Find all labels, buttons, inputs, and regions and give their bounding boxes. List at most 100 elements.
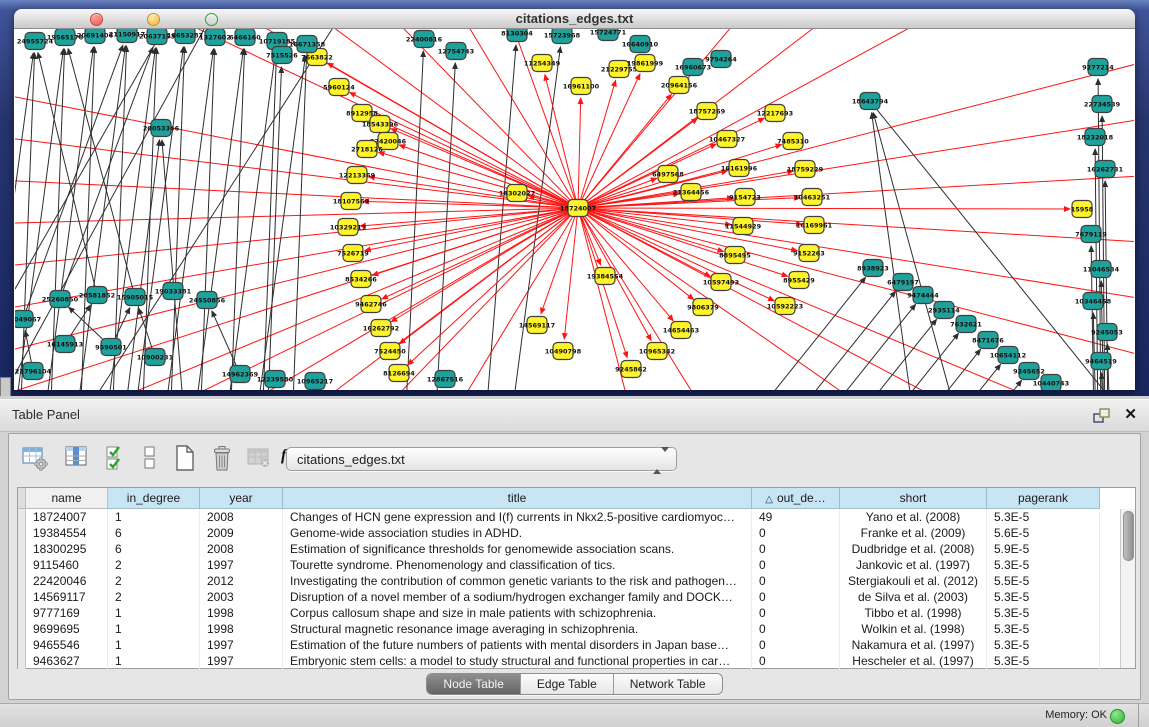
network-node[interactable]: 11254349 [524,55,561,72]
network-node[interactable]: 16961100 [563,78,600,95]
network-node[interactable]: 12213369 [339,167,376,184]
network-node[interactable]: 10597493 [703,274,739,291]
network-node[interactable]: 10490798 [545,343,582,360]
column-header-year[interactable]: year [200,488,283,509]
network-node[interactable]: 16169961 [796,217,833,234]
network-edge[interactable] [200,49,215,390]
network-node[interactable]: 15905015 [117,289,154,306]
network-edge[interactable] [212,311,240,374]
network-edge[interactable] [949,364,1001,390]
float-panel-icon[interactable] [1093,408,1111,424]
network-node[interactable]: 9590501 [95,339,127,356]
network-node[interactable]: 18757269 [689,103,726,120]
tab-edge-table[interactable]: Edge Table [521,674,614,694]
column-header-pagerank[interactable]: pagerank [987,488,1100,509]
network-node[interactable]: 21049067 [15,311,41,328]
network-node[interactable]: 24550856 [189,292,226,309]
network-canvas[interactable]: 1872400776638225960124891295818543396224… [15,29,1134,390]
delete-column-button[interactable] [209,443,239,475]
network-edge[interactable] [872,113,915,390]
table-row[interactable]: 946362711997Embryonic stem cells: a mode… [18,653,1135,669]
network-node[interactable]: 18107569 [333,193,370,210]
network-node[interactable]: 22400816 [406,31,443,48]
network-node[interactable]: 7632621 [950,316,982,333]
network-node[interactable]: 15958 [1071,201,1094,218]
network-node[interactable]: 12754743 [438,43,474,60]
network-node[interactable]: 7524450 [374,343,406,360]
network-node[interactable]: 12867516 [427,371,464,388]
network-node[interactable]: 16145913 [47,336,83,353]
table-scrollbar[interactable] [1120,509,1135,668]
unselect-all-button[interactable] [137,443,167,475]
network-edge[interactable] [225,53,275,390]
table-row[interactable]: 911546021997Tourette syndrome. Phenomeno… [18,557,1135,573]
network-node[interactable]: 14654463 [663,322,699,339]
network-node[interactable]: 20581852 [79,287,115,304]
network-edge[interactable] [405,51,423,390]
network-node[interactable]: 8534266 [345,271,377,288]
network-node[interactable]: 15724771 [590,29,627,41]
network-node[interactable]: 10654112 [990,347,1026,364]
network-node[interactable]: 19384554 [587,268,624,285]
network-node[interactable]: 9245053 [1091,324,1123,341]
network-edge[interactable] [578,81,616,208]
network-window-titlebar[interactable]: citations_edges.txt [14,9,1135,29]
network-edge[interactable] [15,89,578,208]
network-node[interactable]: 15723968 [544,29,581,44]
network-node[interactable]: 14962369 [222,366,259,383]
network-edge[interactable] [578,208,731,225]
network-node[interactable]: 20964156 [661,77,698,94]
network-node[interactable]: 18232018 [1077,129,1114,146]
network-node[interactable]: 6466160 [229,29,261,46]
network-edge[interactable] [399,145,578,208]
network-node[interactable]: 20053346 [143,120,180,137]
network-node[interactable]: 18759229 [787,161,824,178]
network-edge[interactable] [578,98,581,208]
network-edge[interactable] [578,94,671,208]
table-row[interactable]: 977716911998Corpus callosum shape and si… [18,605,1135,621]
network-node[interactable]: 7526719 [337,245,369,262]
scrollbar-thumb[interactable] [1123,511,1134,561]
delete-table-button[interactable] [245,443,275,475]
network-node[interactable]: 18643794 [852,93,889,110]
network-window[interactable]: citations_edges.txt 18724007766382259601… [14,9,1135,390]
table-row[interactable]: 1830029562008Estimation of significance … [18,541,1135,557]
network-edge[interactable] [193,49,243,390]
tab-network-table[interactable]: Network Table [614,674,722,694]
network-node[interactable]: 10900231 [137,349,174,366]
network-node[interactable]: 7485310 [777,133,809,150]
network-node[interactable]: 11046534 [1083,261,1120,278]
network-edge[interactable] [408,208,578,365]
table-row[interactable]: 1872400712008Changes of HCN gene express… [18,509,1135,525]
network-node[interactable]: 16262792 [363,320,399,337]
network-node[interactable]: 22734539 [1084,96,1121,113]
table-row[interactable]: 969969511998Structural magnetic resonanc… [18,621,1135,637]
network-edge[interactable] [816,304,916,390]
network-edge[interactable] [365,208,578,251]
close-panel-icon[interactable]: ✕ [1124,405,1137,423]
column-header-in_degree[interactable]: in_degree [108,488,200,509]
network-node[interactable]: 6497568 [652,166,684,183]
network-edge[interactable] [327,63,578,208]
network-edge[interactable] [15,29,175,289]
network-node[interactable]: 8955429 [783,272,815,289]
network-edge[interactable] [578,208,1095,390]
network-edge[interactable] [15,179,578,208]
network-edge[interactable] [485,45,516,390]
network-node[interactable]: 9245862 [615,361,647,378]
network-node[interactable]: 9245652 [1013,363,1045,380]
network-node[interactable]: 8895495 [719,247,751,264]
create-new-column-button[interactable] [171,443,201,475]
network-edge[interactable] [849,319,937,390]
network-node[interactable]: 8130304 [501,29,533,42]
network-node[interactable]: 8126694 [383,365,415,382]
network-edge[interactable] [163,49,213,390]
network-edge[interactable] [578,208,694,300]
network-node[interactable]: 2935114 [928,302,960,319]
network-node[interactable]: 16640910 [622,36,659,53]
select-all-button[interactable] [103,443,133,475]
network-node[interactable]: 11544929 [725,218,762,235]
network-edge[interactable] [578,208,724,252]
network-node[interactable]: 9464519 [1085,353,1117,370]
network-edge[interactable] [15,53,33,390]
